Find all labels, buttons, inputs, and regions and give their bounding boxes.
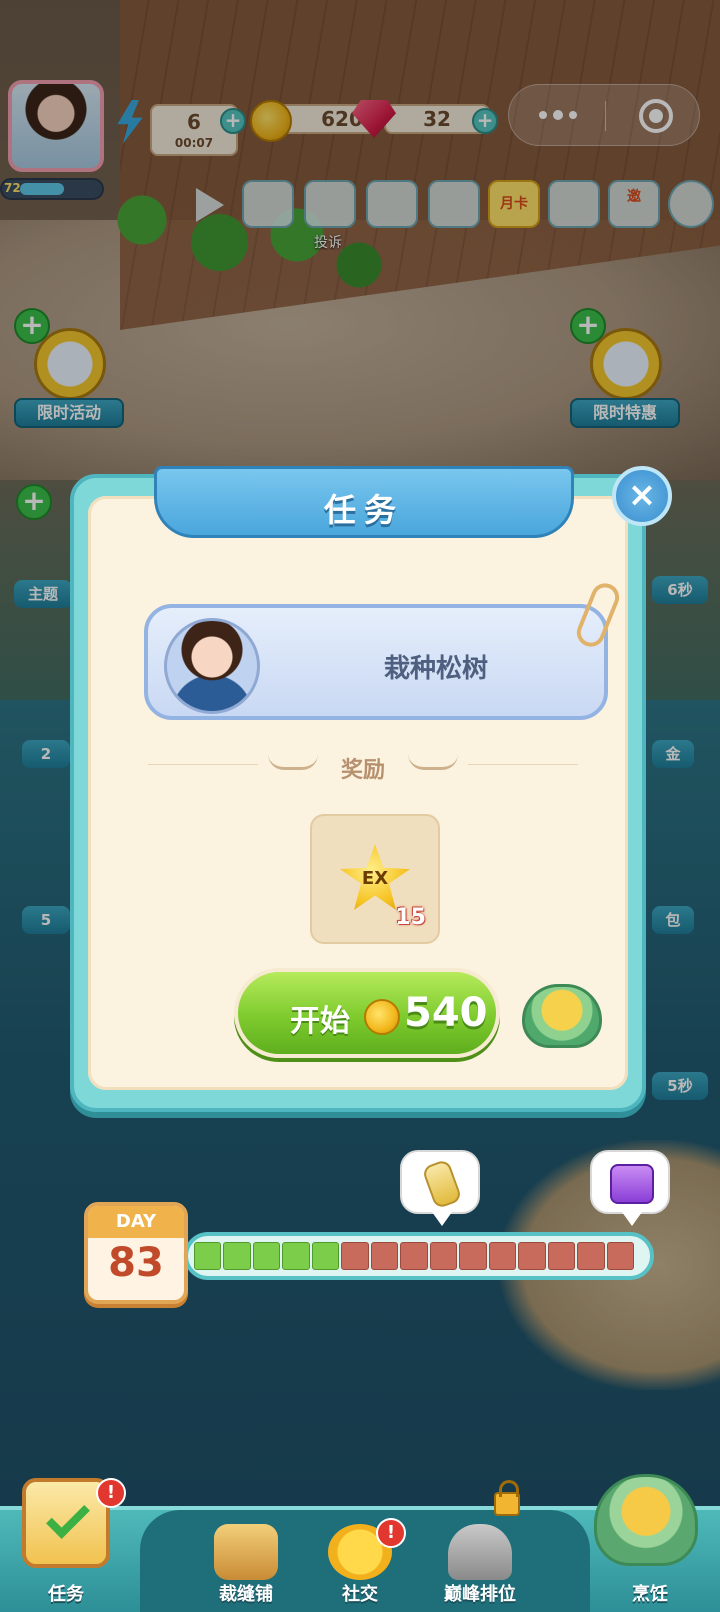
progress-cell-pending [518, 1242, 546, 1270]
progress-cell-pending [429, 1242, 458, 1270]
nav-tailor[interactable]: 裁缝铺 [186, 1510, 306, 1612]
progress-cell-pending [459, 1242, 487, 1270]
reward-quantity: 15 [395, 905, 426, 930]
day-badge: DAY 83 [84, 1202, 188, 1304]
progress-cell-pending [370, 1242, 399, 1270]
start-button[interactable]: 开始 540 [234, 968, 500, 1058]
progress-cell-done [194, 1242, 222, 1270]
task-name: 栽种松树 [383, 654, 488, 684]
progress-cells [194, 1242, 635, 1270]
nav-task[interactable]: 任务 [6, 1510, 126, 1612]
nav-task-label: 任务 [48, 1584, 84, 1605]
nav-ranking-label: 巅峰排位 [444, 1584, 516, 1605]
progress-cell-pending [488, 1242, 517, 1270]
progress-cell-done [311, 1242, 340, 1270]
paperclip-icon [572, 579, 624, 651]
progress-cell-pending [577, 1242, 605, 1270]
reward-header: 奖励 [148, 750, 578, 783]
reward-label: 奖励 [340, 758, 385, 783]
tailor-icon [214, 1524, 278, 1580]
task-card: 栽种松树 [144, 579, 624, 720]
day-label: DAY [88, 1206, 184, 1238]
progress-cell-pending [400, 1242, 428, 1270]
progress-cell-pending [606, 1242, 635, 1270]
nav-social-label: 社交 [342, 1584, 378, 1605]
nav-cooking-label: 烹饪 [632, 1584, 668, 1605]
dialog-title: 任务 [323, 491, 404, 529]
nav-tailor-label: 裁缝铺 [219, 1584, 273, 1605]
progress-cell-done [252, 1242, 281, 1270]
task-giver-portrait [164, 618, 260, 714]
start-cost: 540 [404, 990, 488, 1036]
close-button[interactable]: × [612, 466, 672, 526]
reward-item-label: EX [361, 868, 389, 889]
treasure-chest-icon [610, 1164, 654, 1204]
milestone-bubble-scroll[interactable] [400, 1150, 480, 1226]
trophy-icon [448, 1524, 512, 1580]
start-label: 开始 [290, 1004, 350, 1039]
milestone-bubble-chest[interactable] [590, 1150, 670, 1226]
task-alert-badge: ! [96, 1478, 126, 1508]
day-progress-bar [184, 1232, 654, 1280]
progress-cell-pending [341, 1242, 369, 1270]
nav-ranking[interactable]: 巅峰排位 [420, 1510, 540, 1612]
divider-line [468, 764, 578, 765]
progress-cell-done [282, 1242, 310, 1270]
progress-cell-pending [547, 1242, 576, 1270]
day-number: 83 [108, 1240, 164, 1286]
task-dialog: 栽种松树 奖励 EX 15 开始 540 任务 [70, 466, 646, 1112]
progress-cell-done [223, 1242, 251, 1270]
coin-icon [364, 999, 400, 1035]
scroll-icon [421, 1158, 463, 1210]
cooking-pot-icon [522, 984, 602, 1048]
dialog-panel: 栽种松树 奖励 EX 15 开始 540 [88, 496, 628, 1090]
lock-icon [494, 1480, 520, 1516]
dialog-title-banner: 任务 [154, 466, 574, 538]
reward-item[interactable]: EX 15 [310, 814, 440, 944]
nav-cooking[interactable]: 烹饪 [590, 1510, 710, 1612]
social-alert-badge: ! [376, 1518, 406, 1548]
